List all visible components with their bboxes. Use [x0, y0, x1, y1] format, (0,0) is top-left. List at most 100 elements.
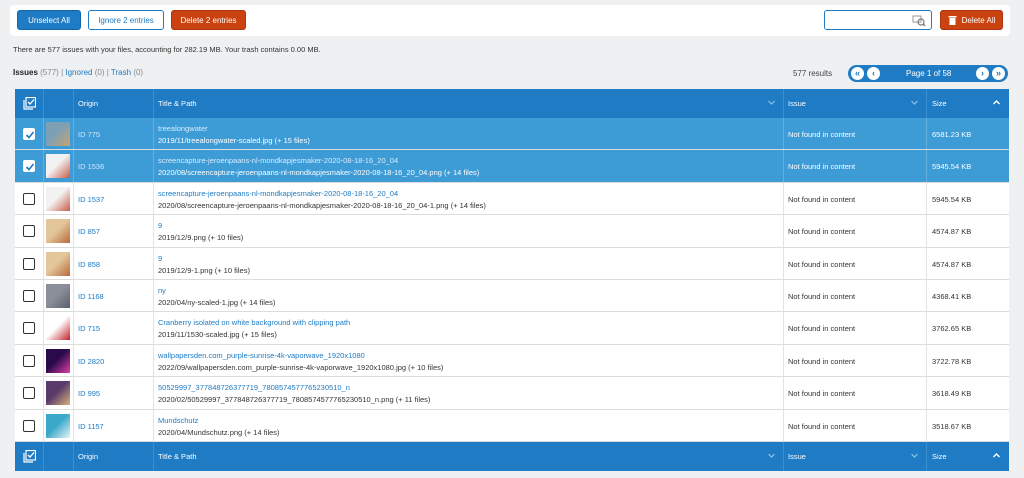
- image-thumbnail[interactable]: [46, 413, 70, 438]
- first-page-button[interactable]: «: [851, 67, 864, 80]
- media-title-link[interactable]: wallpapersden.com_purple-sunrise-4k-vapo…: [158, 351, 365, 360]
- tab-trash[interactable]: Trash: [111, 68, 131, 77]
- column-size[interactable]: Size: [932, 99, 947, 108]
- file-path: 2019/11/1530-scaled.jpg (+ 15 files): [158, 330, 277, 340]
- origin-id-link[interactable]: ID 858: [78, 260, 100, 269]
- row-checkbox[interactable]: [23, 225, 35, 238]
- origin-id-link[interactable]: ID 995: [78, 389, 100, 398]
- table-row[interactable]: ID 995 50529997_377848726377719_780857457…: [15, 377, 1009, 410]
- image-thumbnail[interactable]: [46, 122, 70, 146]
- search-input[interactable]: [824, 10, 932, 30]
- column-size[interactable]: Size: [932, 452, 947, 461]
- image-thumbnail[interactable]: [46, 154, 70, 179]
- select-all-checkbox-icon[interactable]: [23, 449, 36, 463]
- media-title-link[interactable]: 50529997_377848726377719_780857457776523…: [158, 383, 350, 392]
- file-size: 6581.23 KB: [932, 130, 972, 139]
- table-row[interactable]: ID 1536 screencapture-jeroenpaans-nl-mond…: [15, 150, 1009, 183]
- table-row[interactable]: ID 1157 Mundschutz 2020/04/Mundschutz.png …: [15, 409, 1009, 442]
- image-thumbnail[interactable]: [46, 381, 70, 406]
- image-thumbnail[interactable]: [46, 219, 70, 244]
- image-thumbnail[interactable]: [46, 283, 70, 308]
- file-path: 2020/08/screencapture-jeroenpaans-nl-mon…: [158, 168, 480, 178]
- table-row[interactable]: ID 715 Cranberry isolated on white backgr…: [15, 312, 1009, 345]
- column-origin[interactable]: Origin: [78, 99, 98, 108]
- column-title-path[interactable]: Title & Path: [158, 99, 197, 108]
- delete-all-button[interactable]: Delete All: [940, 10, 1003, 30]
- file-size: 3618.49 KB: [932, 389, 972, 399]
- action-toolbar: Unselect All Ignore 2 entries Delete 2 e…: [10, 5, 1010, 36]
- summary-info: There are 577 issues with your files, ac…: [13, 45, 321, 54]
- image-thumbnail[interactable]: [46, 186, 70, 211]
- column-title-path[interactable]: Title & Path: [158, 452, 197, 461]
- tab-ignored[interactable]: Ignored: [65, 68, 92, 77]
- delete-entries-button[interactable]: Delete 2 entries: [171, 10, 246, 30]
- origin-id-link[interactable]: ID 775: [78, 130, 100, 139]
- select-all-checkbox-icon[interactable]: [23, 97, 36, 110]
- row-checkbox[interactable]: [23, 160, 35, 173]
- issue-text: Not found in content: [788, 259, 856, 269]
- origin-id-link[interactable]: ID 1537: [78, 195, 104, 204]
- prev-page-button[interactable]: ‹: [867, 67, 880, 80]
- page-indicator: Page 1 of 58: [906, 69, 952, 78]
- table-row[interactable]: ID 858 9 2019/12/9-1.png (+ 10 files) Not f…: [15, 247, 1009, 280]
- ignored-count: (0): [94, 68, 105, 77]
- tab-separator: |: [61, 68, 64, 77]
- table-row[interactable]: ID 775 treealongwater 2019/11/treealongwat…: [15, 118, 1009, 151]
- column-issue[interactable]: Issue: [788, 452, 806, 461]
- chevron-down-icon[interactable]: [767, 451, 776, 460]
- last-page-button[interactable]: »: [992, 67, 1005, 80]
- origin-id-link[interactable]: ID 1536: [78, 162, 104, 171]
- issue-text: Not found in content: [788, 130, 856, 139]
- next-page-button[interactable]: ›: [976, 67, 989, 80]
- table-header: Origin Title & Path Issue Size: [15, 89, 1009, 118]
- origin-id-link[interactable]: ID 715: [78, 324, 100, 333]
- table-row[interactable]: ID 857 9 2019/12/9.png (+ 10 files) Not fou…: [15, 215, 1009, 248]
- row-checkbox[interactable]: [23, 257, 35, 270]
- tab-separator: |: [106, 68, 109, 77]
- row-checkbox[interactable]: [23, 289, 35, 302]
- table-row[interactable]: ID 1537 screencapture-jeroenpaans-nl-mond…: [15, 182, 1009, 216]
- image-thumbnail[interactable]: [46, 251, 70, 276]
- file-size: 4368.41 KB: [932, 291, 972, 301]
- row-checkbox[interactable]: [23, 419, 35, 432]
- media-title-link[interactable]: Mundschutz: [158, 416, 198, 425]
- chevron-down-icon[interactable]: [767, 98, 776, 107]
- tab-issues[interactable]: Issues: [13, 68, 38, 77]
- column-origin[interactable]: Origin: [78, 452, 98, 461]
- image-thumbnail[interactable]: [46, 316, 70, 341]
- file-path: 2022/09/wallpapersden.com_purple-sunrise…: [158, 362, 444, 372]
- file-size: 3762.65 KB: [932, 324, 972, 334]
- media-title-link[interactable]: 9: [158, 254, 162, 263]
- origin-id-link[interactable]: ID 1157: [78, 422, 104, 431]
- media-title-link[interactable]: screencapture-jeroenpaans-nl-mondkapjesm…: [158, 189, 398, 198]
- media-title-link[interactable]: screencapture-jeroenpaans-nl-mondkapjesm…: [158, 156, 398, 165]
- row-checkbox[interactable]: [23, 192, 35, 205]
- table-row[interactable]: ID 1168 ny 2020/04/ny-scaled-1.jpg (+ 14 f…: [15, 279, 1009, 313]
- origin-id-link[interactable]: ID 2820: [78, 357, 104, 366]
- origin-id-link[interactable]: ID 1168: [78, 292, 104, 301]
- issue-text: Not found in content: [788, 227, 856, 237]
- chevron-down-icon[interactable]: [910, 451, 919, 460]
- issue-text: Not found in content: [788, 291, 856, 301]
- media-title-link[interactable]: 9: [158, 221, 162, 230]
- delete-all-label: Delete All: [961, 15, 996, 25]
- file-path: 2019/12/9-1.png (+ 10 files): [158, 265, 250, 275]
- row-checkbox[interactable]: [23, 354, 35, 367]
- chevron-up-icon[interactable]: [992, 98, 1001, 107]
- row-checkbox[interactable]: [23, 387, 35, 400]
- table-row[interactable]: ID 2820 wallpapersden.com_purple-sunrise-…: [15, 344, 1009, 378]
- media-title-link[interactable]: treealongwater: [158, 124, 208, 133]
- ignore-entries-button[interactable]: Ignore 2 entries: [88, 10, 164, 30]
- origin-id-link[interactable]: ID 857: [78, 227, 100, 236]
- row-checkbox[interactable]: [23, 322, 35, 335]
- unselect-all-button[interactable]: Unselect All: [17, 10, 81, 30]
- column-issue[interactable]: Issue: [788, 99, 806, 108]
- media-title-link[interactable]: ny: [158, 286, 166, 295]
- issues-table: Origin Title & Path Issue Size ID 775 tre…: [15, 89, 1009, 471]
- chevron-up-icon[interactable]: [992, 451, 1001, 460]
- media-title-link[interactable]: Cranberry isolated on white background w…: [158, 318, 350, 327]
- issue-text: Not found in content: [788, 421, 856, 431]
- chevron-down-icon[interactable]: [910, 98, 919, 107]
- image-thumbnail[interactable]: [46, 348, 70, 373]
- row-checkbox[interactable]: [23, 128, 35, 140]
